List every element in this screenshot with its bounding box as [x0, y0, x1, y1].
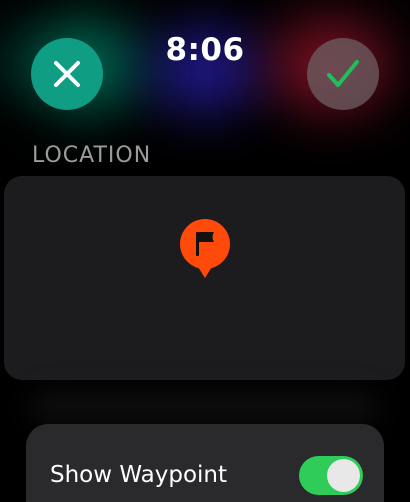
flag-pin-icon	[180, 219, 230, 278]
show-waypoint-label: Show Waypoint	[50, 462, 228, 488]
toggle-knob	[327, 459, 360, 492]
confirm-button[interactable]	[307, 38, 379, 110]
blurred-divider	[30, 392, 380, 422]
watch-screen: 8:06 LOCATION Show Waypoint	[0, 0, 410, 502]
checkmark-icon	[327, 60, 359, 87]
section-label-location: LOCATION	[32, 143, 152, 168]
show-waypoint-toggle[interactable]	[299, 456, 363, 495]
